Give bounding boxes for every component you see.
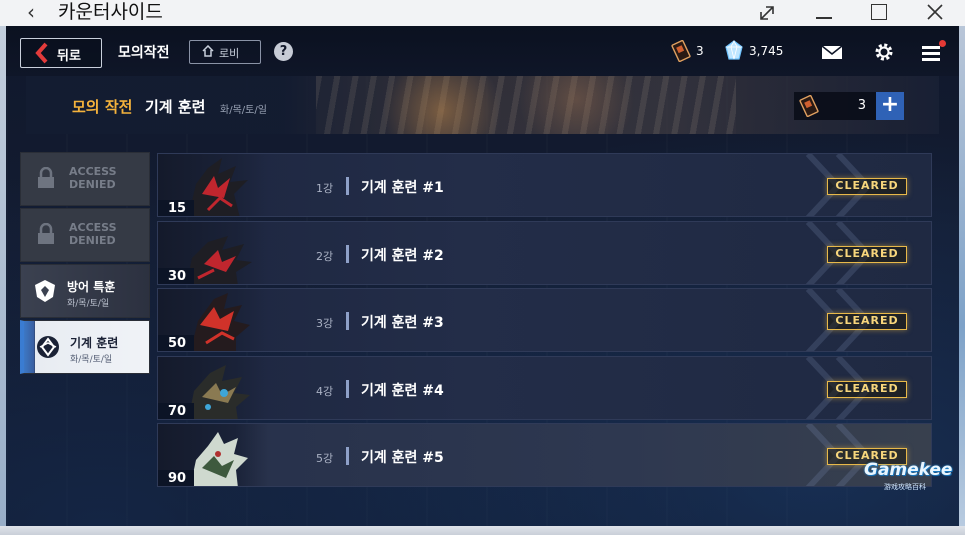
stage-portrait: 30	[158, 221, 268, 284]
stage-portrait: 90	[158, 424, 268, 486]
side-item-defense-training[interactable]: 방어 특훈 화/목/토/일	[20, 264, 150, 318]
banner-title-accent: 모의 작전	[72, 98, 133, 116]
lock-icon	[38, 223, 54, 244]
notification-badge	[939, 40, 946, 47]
header-banner: 모의 작전 기계 훈련 화/목/토/일 3 +	[26, 76, 939, 134]
back-button-label: 뒤로	[57, 49, 81, 64]
gem-icon	[725, 40, 743, 60]
window-titlebar: ‹ 카운터사이드	[0, 0, 965, 26]
stage-number: 1강	[316, 182, 334, 195]
stage-divider	[346, 379, 349, 398]
page-title: 모의작전	[118, 45, 170, 61]
stage-number: 5강	[316, 452, 334, 465]
mech-emblem-icon	[37, 336, 59, 358]
ticket-count: 3	[857, 98, 866, 113]
shield-emblem-icon	[35, 280, 55, 302]
stage-divider	[346, 312, 349, 330]
side-item-locked-1[interactable]: ACCESS DENIED	[20, 152, 150, 206]
stage-portrait: 70	[158, 356, 268, 419]
side-item-locked-2[interactable]: ACCESS DENIED	[20, 208, 150, 262]
lobby-button[interactable]: 로비	[189, 40, 261, 64]
stage-number: 2강	[316, 249, 334, 263]
stage-divider	[346, 244, 349, 263]
watermark-logo: Gamekee 游戏攻略百科	[858, 458, 953, 494]
stage-name: 기계 훈련 #5	[361, 450, 444, 466]
side-menu: ACCESS DENIED ACCESS DENIED 방어 특훈 화/목/토/…	[20, 152, 150, 376]
help-icon[interactable]: ?	[274, 42, 293, 61]
stage-portrait: 50	[158, 289, 268, 351]
side-item-label: 방어 특훈	[67, 280, 116, 294]
stage-name: 기계 훈련 #3	[361, 315, 444, 331]
stage-level: 70	[158, 402, 194, 419]
top-bar: 뒤로 모의작전 로비 ? 3 3,745	[6, 26, 959, 76]
stage-row[interactable]: 15 1강 기계 훈련 #1 CLEARED	[157, 153, 932, 217]
ticket-counter: 3	[794, 92, 876, 120]
stage-level: 50	[158, 335, 194, 351]
stage-divider	[346, 447, 349, 465]
stage-number: 4강	[316, 384, 334, 398]
stage-level: 30	[158, 267, 194, 284]
stage-row[interactable]: 90 5강 기계 훈련 #5 CLEARED	[157, 423, 932, 487]
stage-row[interactable]: 30 2강 기계 훈련 #2 CLEARED	[157, 220, 932, 285]
stage-level: 15	[158, 200, 194, 216]
desktop-edge-bottom	[0, 526, 965, 535]
side-item-machine-training[interactable]: 기계 훈련 화/목/토/일	[20, 320, 150, 374]
side-item-days: 화/목/토/일	[67, 299, 110, 309]
side-item-label: 기계 훈련	[70, 336, 119, 350]
stage-list: 15 1강 기계 훈련 #1 CLEARED 30 2강 기계 훈련 #2 CL…	[157, 153, 932, 491]
banner-title: 기계 훈련	[145, 98, 206, 116]
banner-art	[316, 76, 736, 134]
cleared-badge: CLEARED	[827, 245, 907, 263]
mail-icon[interactable]	[821, 45, 843, 60]
stage-name: 기계 훈련 #2	[361, 247, 444, 264]
ticket-icon	[671, 40, 691, 62]
minimize-icon[interactable]	[808, 0, 838, 26]
lobby-button-label: 로비	[219, 47, 240, 60]
stage-name: 기계 훈련 #4	[361, 382, 444, 399]
chevron-left-icon	[35, 42, 48, 64]
lock-icon	[38, 167, 54, 188]
cleared-badge: CLEARED	[827, 380, 907, 398]
stage-divider	[346, 177, 349, 195]
desktop-edge-right	[959, 26, 965, 526]
banner-days: 화/목/토/일	[220, 105, 267, 116]
game-viewport: 뒤로 모의작전 로비 ? 3 3,745 모의 작전 기계 훈련 화/목/토/일…	[6, 26, 959, 526]
cleared-badge: CLEARED	[827, 313, 907, 330]
stage-row[interactable]: 50 3강 기계 훈련 #3 CLEARED	[157, 288, 932, 352]
window-back-button[interactable]: ‹	[18, 0, 44, 26]
menu-icon[interactable]	[921, 40, 946, 62]
access-denied-label: ACCESS DENIED	[69, 221, 117, 247]
gem-count: 3,745	[749, 44, 784, 58]
stage-level: 90	[158, 470, 194, 486]
close-icon[interactable]	[920, 0, 950, 26]
stage-portrait: 15	[158, 154, 268, 216]
back-button[interactable]: 뒤로	[20, 38, 102, 68]
watermark-subtitle: 游戏攻略百科	[884, 483, 926, 491]
side-item-days: 화/목/토/일	[70, 355, 113, 365]
stage-row[interactable]: 70 4강 기계 훈련 #4 CLEARED	[157, 355, 932, 420]
ticket-count: 3	[696, 44, 704, 58]
ticket-icon	[799, 95, 819, 117]
expand-icon[interactable]	[752, 0, 782, 26]
watermark-title: Gamekee	[864, 460, 953, 480]
home-icon	[202, 45, 214, 57]
cleared-badge: CLEARED	[827, 178, 907, 195]
maximize-icon[interactable]	[864, 0, 894, 26]
access-denied-label: ACCESS DENIED	[69, 165, 117, 191]
stage-number: 3강	[316, 317, 334, 330]
add-ticket-button[interactable]: +	[876, 92, 904, 120]
stage-name: 기계 훈련 #1	[361, 180, 444, 196]
gear-icon[interactable]	[873, 41, 895, 63]
window-title: 카운터사이드	[58, 1, 163, 23]
